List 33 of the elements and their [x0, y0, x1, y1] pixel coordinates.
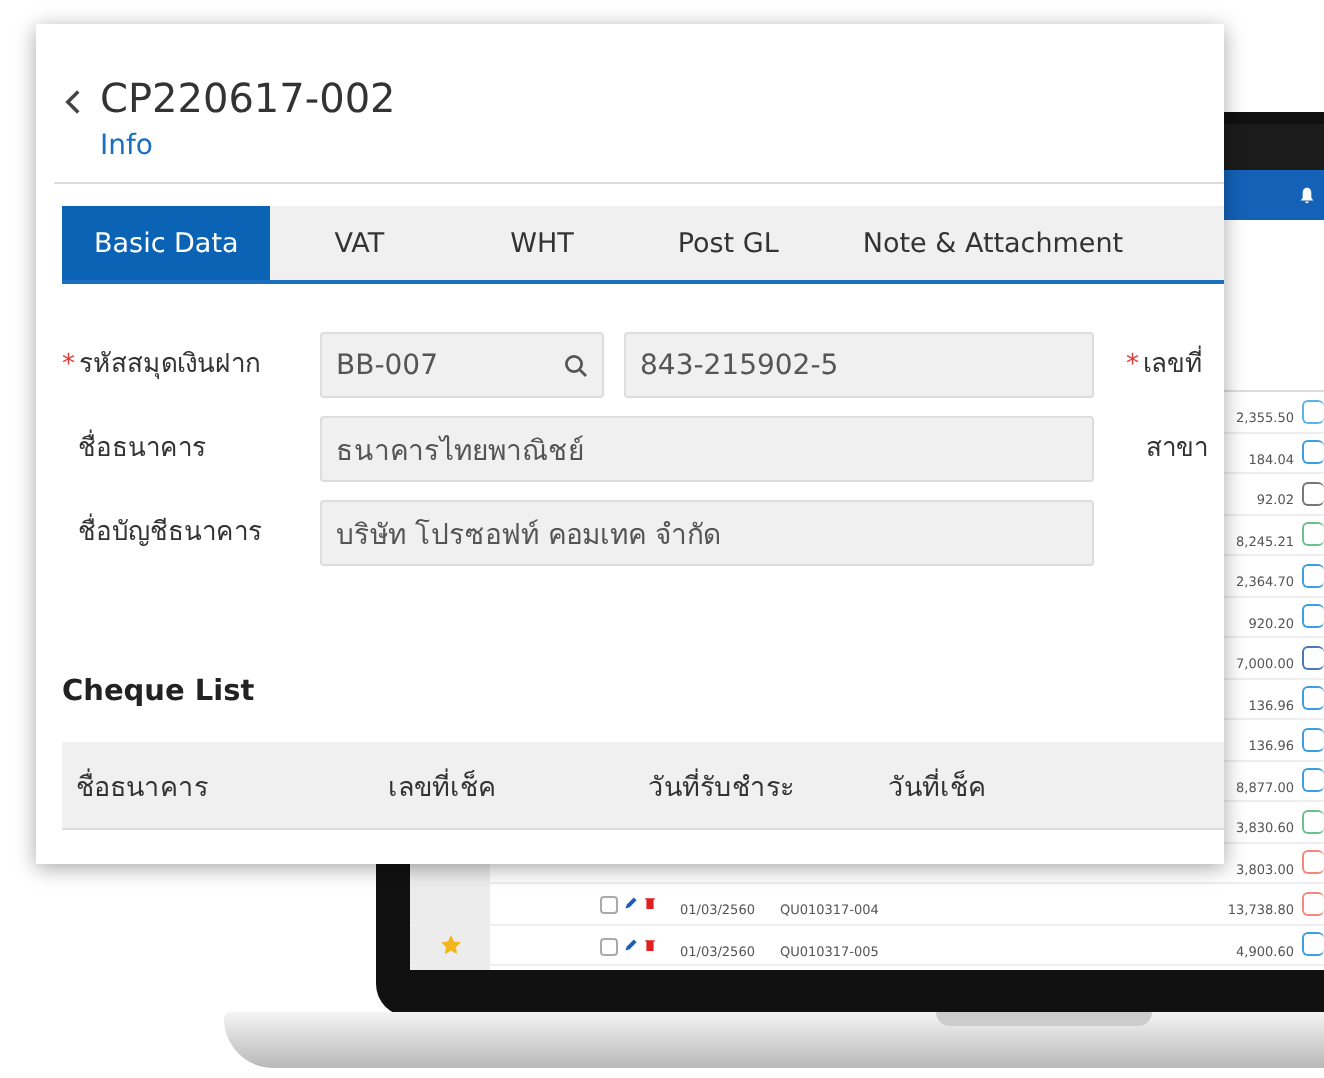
column-header: ชื่อธนาคาร	[76, 766, 210, 807]
field-label: รหัสสมุดเงินฝาก	[79, 347, 261, 383]
star-icon[interactable]	[439, 933, 461, 956]
column-header: เลขที่เช็ค	[388, 766, 498, 807]
required-mark: *	[62, 349, 75, 381]
pencil-icon[interactable]	[624, 937, 638, 952]
tab[interactable]: VAT	[270, 206, 449, 280]
lookup-field[interactable]: BB-007	[320, 332, 604, 398]
tab[interactable]: Note & Attachment	[820, 206, 1166, 280]
search-icon[interactable]	[564, 353, 588, 377]
input-field[interactable]: ธนาคารไทยพาณิชย์	[320, 416, 1094, 482]
document-title: CP220617-002	[100, 72, 396, 124]
info-label: Info	[100, 128, 155, 166]
trash-icon[interactable]	[644, 937, 656, 952]
field-label: ชื่อธนาคาร	[78, 429, 206, 467]
column-header: วันที่รับชำระ	[648, 766, 796, 807]
trash-icon[interactable]	[644, 896, 656, 911]
tab[interactable]: Post GL	[635, 206, 821, 280]
field-label: สาขา	[1146, 431, 1208, 467]
required-mark: *	[1126, 349, 1139, 381]
field-label: ชื่อบัญชีธนาคาร	[78, 513, 262, 551]
tab[interactable]: Basic Data	[62, 206, 271, 280]
pencil-icon[interactable]	[624, 896, 638, 911]
row-checkbox[interactable]	[600, 896, 618, 915]
back-icon[interactable]	[64, 88, 82, 116]
tab[interactable]: WHT	[448, 206, 636, 280]
input-field[interactable]: บริษัท โปรซอฟท์ คอมเทค จำกัด	[320, 500, 1094, 566]
input-field[interactable]: 843-215902-5	[624, 332, 1094, 398]
section-title: Cheque List	[62, 676, 257, 708]
bell-icon[interactable]	[1298, 186, 1316, 204]
column-header: วันที่เช็ค	[888, 766, 988, 807]
row-checkbox[interactable]	[600, 937, 618, 956]
field-label: เลขที่	[1143, 345, 1203, 383]
